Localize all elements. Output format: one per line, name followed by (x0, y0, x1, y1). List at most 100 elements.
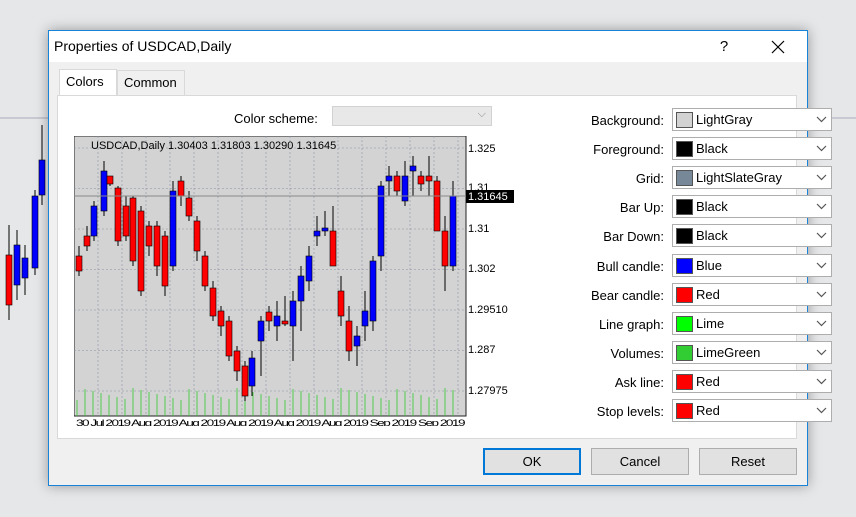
background-candle-body (13, 244, 21, 286)
color-scheme-select[interactable]: ⌵ (332, 106, 492, 126)
color-swatch (676, 403, 693, 419)
candle-body (169, 190, 177, 267)
color-value: LightSlateGray (696, 170, 782, 186)
chevron-down-icon (816, 232, 827, 239)
property-row: Line graph: Lime (494, 311, 832, 336)
candle-body (305, 255, 313, 282)
color-value: Red (696, 403, 720, 418)
property-label: Bear candle: (591, 287, 664, 303)
color-value: Blue (696, 257, 723, 273)
candle-body (241, 365, 249, 397)
dialog-title: Properties of USDCAD,Daily (54, 38, 232, 54)
candle-body (297, 275, 305, 302)
color-select[interactable]: Black (672, 137, 832, 161)
tab-colors[interactable]: Colors (59, 69, 117, 96)
color-swatch (676, 373, 693, 390)
price-label: 1.31 (468, 223, 489, 235)
color-select[interactable]: Red (672, 399, 832, 422)
candle-body (313, 230, 321, 237)
color-select[interactable]: LimeGreen (672, 340, 832, 364)
property-row: Foreground: Black (494, 137, 832, 161)
color-swatch (676, 344, 693, 361)
tab-common-label: Common (124, 75, 177, 90)
candle-body (209, 287, 217, 317)
color-value: Black (696, 228, 728, 244)
candle-body (449, 195, 457, 267)
price-label: 1.287 (468, 344, 496, 356)
color-select[interactable]: Black (672, 224, 832, 248)
candle (90, 201, 98, 241)
candle-body (100, 170, 108, 212)
chevron-down-icon (816, 320, 827, 327)
candle (169, 181, 177, 271)
chevron-down-icon (816, 378, 827, 385)
property-row: Bar Down: Black (494, 224, 832, 248)
candle-body (145, 225, 153, 247)
candle-body (225, 320, 233, 357)
candle-body (153, 225, 161, 267)
color-select[interactable]: Blue (672, 253, 832, 277)
cancel-button[interactable]: Cancel (591, 448, 689, 475)
color-select[interactable]: Red (672, 282, 832, 306)
ok-button[interactable]: OK (483, 448, 581, 475)
candle-body (337, 290, 345, 317)
property-label: Bull candle: (596, 258, 664, 274)
chevron-down-icon (816, 407, 827, 414)
property-label: Background: (591, 113, 664, 128)
chevron-down-icon (816, 174, 827, 181)
color-swatch (676, 170, 693, 187)
color-value: Red (696, 373, 720, 389)
candle-body (257, 320, 265, 342)
candle-body (201, 255, 209, 287)
candle-body (273, 315, 281, 327)
help-button[interactable]: ? (704, 31, 744, 62)
candle (114, 186, 122, 246)
reset-button[interactable]: Reset (699, 448, 797, 475)
tab-common[interactable]: Common (117, 70, 185, 95)
property-label: Line graph: (598, 316, 664, 332)
color-select[interactable]: Black (672, 195, 832, 219)
background-candle-body (31, 195, 39, 269)
color-scheme-label: Color scheme: (234, 111, 318, 126)
candle-body (122, 205, 130, 237)
chevron-down-icon (816, 262, 827, 268)
candle (369, 256, 377, 331)
candle-body (433, 180, 441, 232)
candle-body (106, 175, 114, 185)
tab-colors-label: Colors (66, 74, 104, 89)
candle-body (185, 197, 193, 217)
color-swatch (676, 141, 693, 158)
close-button[interactable] (755, 31, 801, 62)
candle-body (369, 260, 377, 322)
color-select[interactable]: LightGray (672, 108, 832, 131)
candle-body (129, 197, 137, 262)
color-select[interactable]: Red (672, 369, 832, 393)
background-candle-body (21, 257, 29, 279)
candle-body (441, 230, 449, 267)
candle-body (353, 335, 361, 347)
color-select[interactable]: LightSlateGray (672, 166, 832, 190)
colors-panel: Color scheme: ⌵ USDCAD,Daily 1.30403 1.3… (57, 95, 832, 439)
candle (201, 251, 209, 291)
properties-dialog: Properties of USDCAD,Daily ? Colors Comm… (48, 30, 832, 486)
candle-body (361, 310, 369, 327)
candle (137, 206, 145, 296)
chevron-down-icon (816, 203, 827, 210)
property-label: Ask line: (614, 374, 664, 390)
property-row: Stop levels: Red (494, 399, 832, 423)
candle-body (193, 220, 201, 252)
candle-body (321, 227, 329, 232)
color-value: LightGray (696, 112, 753, 127)
background-candle-body (5, 254, 13, 306)
property-row: Bull candle: Blue (494, 253, 832, 278)
candle-body (233, 350, 241, 372)
color-value: LimeGreen (696, 344, 761, 360)
color-select[interactable]: Lime (672, 311, 832, 335)
preview-header: USDCAD,Daily 1.30403 1.31803 1.30290 1.3… (91, 140, 336, 152)
candle-body (425, 175, 433, 182)
candle-body (329, 230, 337, 267)
chevron-down-icon (816, 116, 827, 123)
candle-body (248, 357, 256, 387)
color-swatch (676, 228, 693, 245)
property-row: Background: LightGray (494, 108, 832, 132)
